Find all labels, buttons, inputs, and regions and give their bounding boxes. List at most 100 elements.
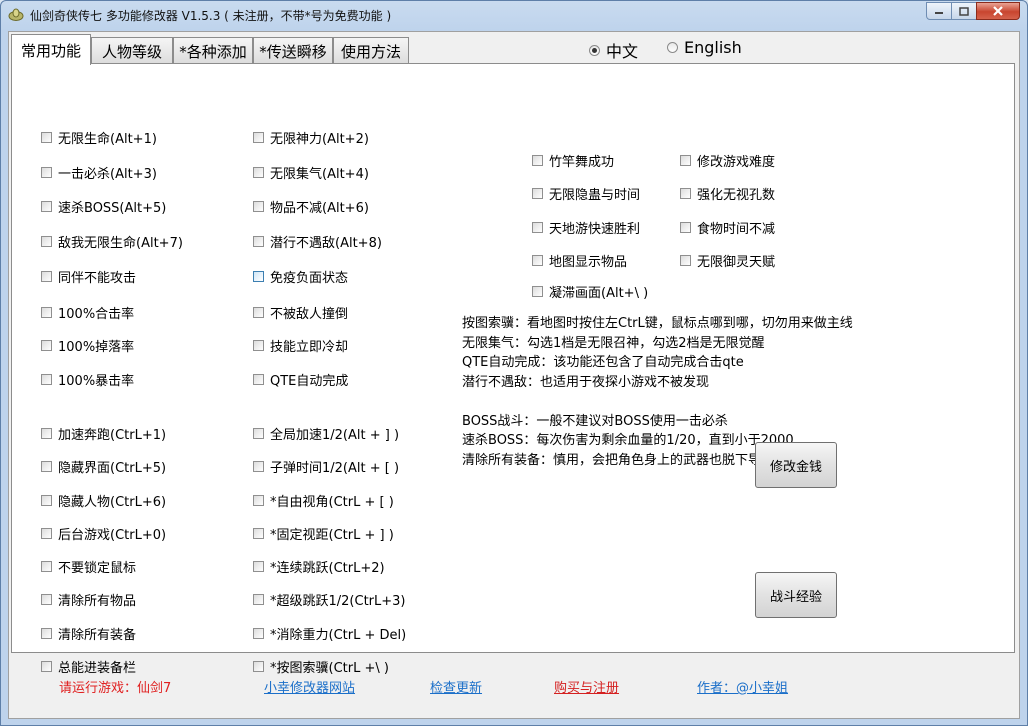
buy-register-link[interactable]: 购买与注册	[554, 677, 619, 696]
feature-checkbox[interactable]: *固定视距(CtrL + ] )	[253, 524, 394, 543]
checkbox-label: 速杀BOSS(Alt+5)	[58, 201, 167, 216]
note-line: 速杀BOSS：每次伤害为剩余血量的1/20，直到小于2000	[462, 433, 794, 448]
feature-checkbox[interactable]: 潜行不遇敌(Alt+8)	[253, 232, 382, 251]
checkbox-label: *按图索骥(CtrL +\ )	[270, 661, 389, 676]
checkbox-icon	[41, 461, 52, 472]
checkbox-icon	[41, 428, 52, 439]
feature-checkbox[interactable]: 同伴不能攻击	[41, 267, 136, 286]
tab-label: 使用方法	[340, 42, 401, 61]
feature-checkbox[interactable]: *按图索骥(CtrL +\ )	[253, 657, 389, 676]
feature-checkbox[interactable]: 隐藏界面(CtrL+5)	[41, 457, 166, 476]
language-chinese-radio[interactable]: 中文	[589, 38, 638, 62]
feature-checkbox[interactable]: 加速奔跑(CtrL+1)	[41, 424, 166, 443]
feature-checkbox[interactable]: 竹竿舞成功	[532, 151, 614, 170]
checkbox-label: 全局加速1/2(Alt + ] )	[270, 428, 400, 443]
tab-usage[interactable]: 使用方法	[333, 37, 409, 64]
tab-character-level[interactable]: 人物等级	[91, 37, 173, 64]
feature-checkbox[interactable]: 无限集气(Alt+4)	[253, 163, 369, 182]
feature-checkbox[interactable]: *超级跳跃1/2(CtrL+3)	[253, 590, 406, 609]
checkbox-icon	[41, 167, 52, 178]
feature-checkbox[interactable]: 不要锁定鼠标	[41, 557, 136, 576]
note-line: BOSS战斗：一般不建议对BOSS使用一击必杀	[462, 413, 728, 429]
feature-checkbox[interactable]: 凝滞画面(Alt+\ )	[532, 282, 648, 301]
battle-exp-button[interactable]: 战斗经验	[755, 572, 837, 618]
checkbox-icon	[253, 461, 264, 472]
feature-checkbox[interactable]: 速杀BOSS(Alt+5)	[41, 197, 166, 216]
feature-checkbox[interactable]: 无限隐蛊与时间	[532, 184, 640, 203]
feature-checkbox[interactable]: 清除所有装备	[41, 624, 136, 643]
checkbox-label: 不被敌人撞倒	[270, 307, 349, 322]
website-link[interactable]: 小幸修改器网站	[264, 677, 355, 696]
feature-checkbox[interactable]: 不被敌人撞倒	[253, 303, 348, 322]
feature-checkbox[interactable]: 修改游戏难度	[680, 151, 775, 170]
feature-checkbox[interactable]: 地图显示物品	[532, 251, 627, 270]
feature-checkbox[interactable]: 子弹时间1/2(Alt + [ )	[253, 457, 399, 476]
feature-checkbox[interactable]: *消除重力(CtrL + Del)	[253, 624, 406, 643]
feature-checkbox[interactable]: 一击必杀(Alt+3)	[41, 163, 157, 182]
feature-checkbox[interactable]: 100%合击率	[41, 303, 134, 322]
checkbox-label: 免疫负面状态	[270, 271, 349, 286]
checkbox-icon	[41, 374, 52, 385]
checkbox-icon	[253, 528, 264, 539]
tab-add-items[interactable]: *各种添加	[173, 37, 253, 64]
checkbox-label: 无限生命(Alt+1)	[58, 132, 157, 147]
feature-checkbox[interactable]: 清除所有物品	[41, 590, 136, 609]
minimize-icon	[935, 12, 943, 14]
button-label: 战斗经验	[769, 589, 822, 605]
minimize-button[interactable]	[926, 2, 952, 20]
main-window: 仙剑奇侠传七 多功能修改器 V1.5.3 ( 未注册，不带*号为免费功能 ) 常…	[0, 0, 1028, 726]
feature-checkbox[interactable]: 技能立即冷却	[253, 336, 348, 355]
checkbox-icon	[253, 201, 264, 212]
feature-checkbox[interactable]: 总能进装备栏	[41, 657, 136, 676]
feature-checkbox[interactable]: *自由视角(CtrL + [ )	[253, 491, 394, 510]
tab-teleport[interactable]: *传送瞬移	[253, 37, 333, 64]
checkbox-icon	[253, 271, 264, 282]
feature-checkbox[interactable]: *连续跳跃(CtrL+2)	[253, 557, 385, 576]
feature-checkbox[interactable]: 100%掉落率	[41, 336, 134, 355]
feature-checkbox[interactable]: 100%暴击率	[41, 370, 134, 389]
checkbox-icon	[41, 236, 52, 247]
note-line: 潜行不遇敌：也适用于夜探小游戏不被发现	[462, 374, 710, 390]
checkbox-label: *自由视角(CtrL + [ )	[270, 495, 394, 510]
checkbox-label: 天地游快速胜利	[549, 222, 641, 237]
title-bar[interactable]: 仙剑奇侠传七 多功能修改器 V1.5.3 ( 未注册，不带*号为免费功能 )	[1, 1, 1027, 29]
checkbox-label: QTE自动完成	[270, 374, 349, 389]
checkbox-icon	[41, 271, 52, 282]
tab-common[interactable]: 常用功能	[11, 34, 91, 65]
note-line: 清除所有装备：慎用，会把角色身上的武器也脱下导致行走困难	[462, 452, 827, 468]
feature-checkbox[interactable]: 食物时间不减	[680, 218, 775, 237]
feature-checkbox[interactable]: 天地游快速胜利	[532, 218, 640, 237]
common-functions-panel: 无限生命(Alt+1) 一击必杀(Alt+3) 速杀BOSS(Alt+5) 敌我无限生…	[11, 63, 1015, 676]
checkbox-label: *连续跳跃(CtrL+2)	[270, 561, 385, 576]
checkbox-icon	[680, 155, 691, 166]
checkbox-icon	[41, 628, 52, 639]
checkbox-label: 100%掉落率	[58, 340, 135, 355]
feature-checkbox[interactable]: 无限御灵天赋	[680, 251, 775, 270]
language-english-radio[interactable]: English	[667, 38, 742, 57]
close-icon	[993, 6, 1003, 16]
feature-checkbox[interactable]: 后台游戏(CtrL+0)	[41, 524, 166, 543]
checkbox-label: 敌我无限生命(Alt+7)	[58, 236, 183, 251]
feature-checkbox[interactable]: 免疫负面状态	[253, 267, 348, 286]
maximize-button[interactable]	[951, 2, 977, 20]
checkbox-icon	[253, 236, 264, 247]
checkbox-icon	[253, 661, 264, 672]
feature-checkbox[interactable]: QTE自动完成	[253, 370, 348, 389]
feature-checkbox[interactable]: 强化无视孔数	[680, 184, 775, 203]
modify-money-button[interactable]: 修改金钱	[755, 442, 837, 488]
check-update-link[interactable]: 检查更新	[430, 677, 482, 696]
feature-checkbox[interactable]: 无限神力(Alt+2)	[253, 128, 369, 147]
checkbox-label: 100%合击率	[58, 307, 135, 322]
author-link[interactable]: 作者：@小幸姐	[697, 677, 788, 696]
tab-label: *传送瞬移	[259, 42, 327, 61]
feature-checkbox[interactable]: 敌我无限生命(Alt+7)	[41, 232, 183, 251]
feature-checkbox[interactable]: 隐藏人物(CtrL+6)	[41, 491, 166, 510]
feature-checkbox[interactable]: 物品不减(Alt+6)	[253, 197, 369, 216]
checkbox-label: 隐藏界面(CtrL+5)	[58, 461, 167, 476]
checkbox-icon	[680, 188, 691, 199]
checkbox-icon	[253, 132, 264, 143]
usage-notes: 按图索骥：看地图时按住左CtrL键，鼠标点哪到哪，切勿用来做主线 无限集气：勾选…	[462, 314, 962, 470]
close-button[interactable]	[976, 2, 1020, 20]
feature-checkbox[interactable]: 全局加速1/2(Alt + ] )	[253, 424, 399, 443]
feature-checkbox[interactable]: 无限生命(Alt+1)	[41, 128, 157, 147]
